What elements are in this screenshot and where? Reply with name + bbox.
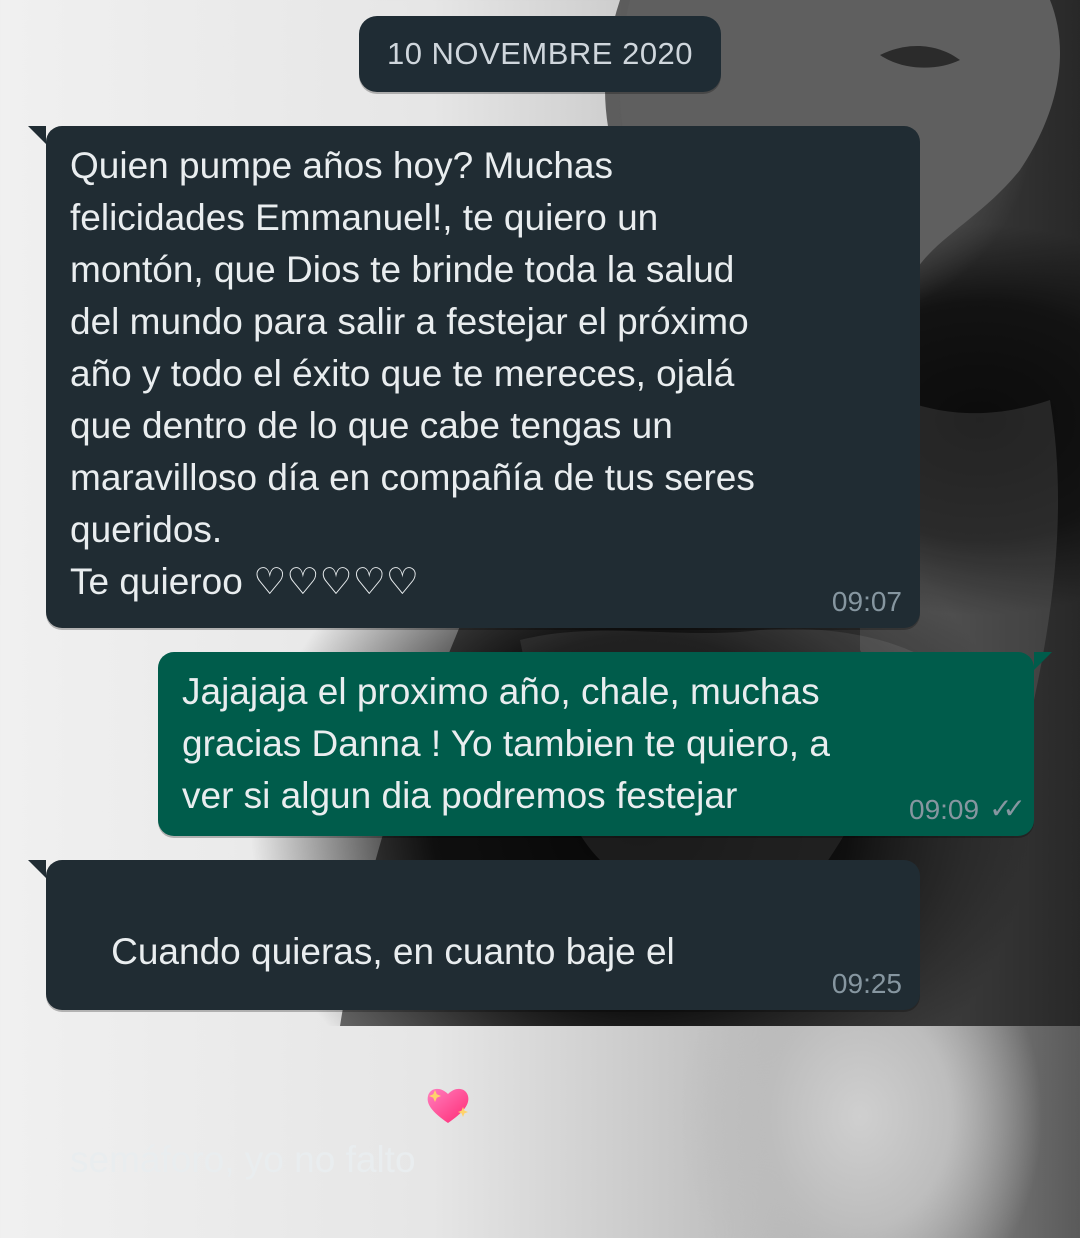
message-text-content: Cuando quieras, en cuanto baje el semáfo… xyxy=(70,931,675,1180)
timestamp: 09:25 xyxy=(831,968,902,999)
double-check-icon: ✓✓ xyxy=(989,793,1026,824)
bubble-tail xyxy=(1034,652,1052,670)
sparkling-heart-icon xyxy=(422,978,474,1123)
message-time: 09:25 xyxy=(832,968,902,1000)
message-text: Quien pumpe años hoy? Muchas felicidades… xyxy=(70,145,755,602)
date-separator: 10 NOVEMBRE 2020 xyxy=(359,16,721,92)
bubble-tail xyxy=(28,126,46,144)
message-time: 09:09 ✓✓ xyxy=(909,793,1026,826)
message-bubble-outgoing[interactable]: Jajajaja el proximo año, chale, muchas g… xyxy=(158,652,1052,836)
timestamp: 09:09 xyxy=(909,794,980,825)
timestamp: 09:07 xyxy=(831,586,902,617)
date-label: 10 NOVEMBRE 2020 xyxy=(386,36,694,71)
message-time: 09:07 xyxy=(832,586,902,618)
message-text: Cuando quieras, en cuanto baje el semáfo… xyxy=(70,874,896,1238)
message-bubble-incoming[interactable]: Quien pumpe años hoy? Muchas felicidades… xyxy=(28,126,920,628)
message-bubble-incoming[interactable]: Cuando quieras, en cuanto baje el semáfo… xyxy=(28,860,920,1180)
bubble-tail xyxy=(28,860,46,878)
message-text: Jajajaja el proximo año, chale, muchas g… xyxy=(182,671,830,816)
